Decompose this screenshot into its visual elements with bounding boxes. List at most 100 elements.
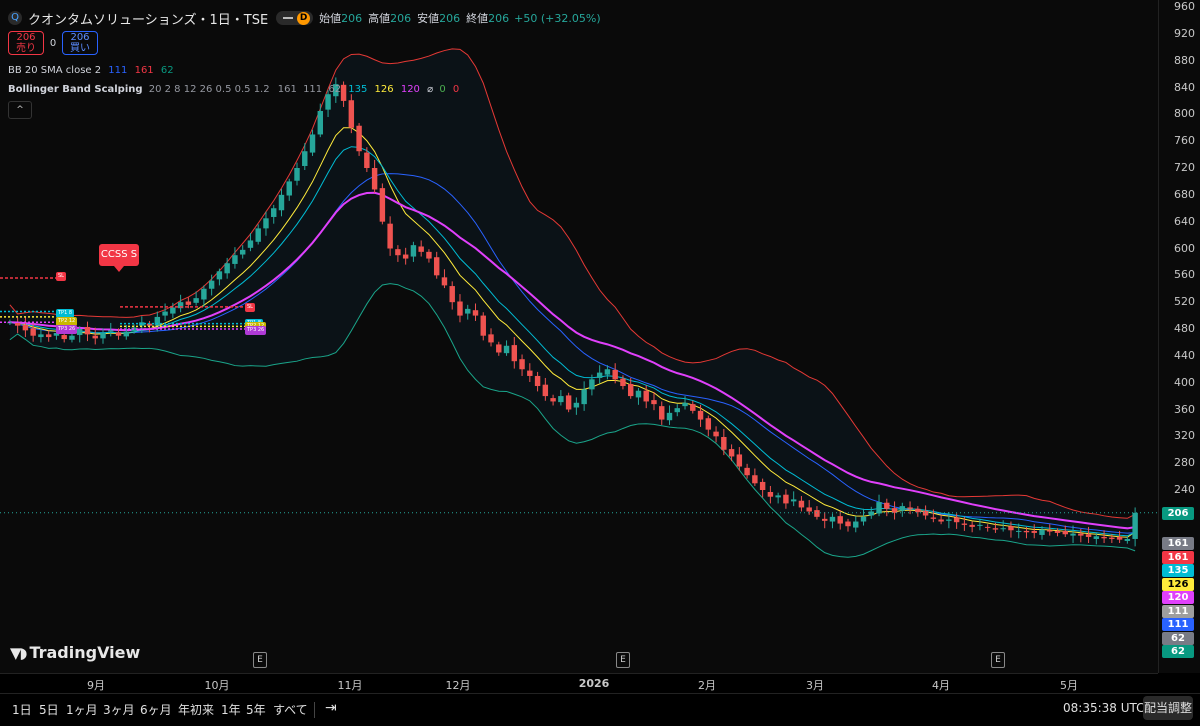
candle-body bbox=[402, 254, 409, 259]
candle-body bbox=[465, 308, 471, 314]
bb-value-lower: 62 bbox=[160, 65, 174, 76]
range-6m[interactable]: 6ヶ月 bbox=[140, 701, 172, 718]
bbs-value-5: 126 bbox=[374, 84, 394, 95]
bb-value-upper: 161 bbox=[134, 65, 154, 76]
candle-body bbox=[1078, 533, 1084, 536]
collapse-indicators-button[interactable]: ^ bbox=[8, 101, 32, 119]
time-tick-label: 9月 bbox=[87, 679, 105, 692]
close-label: 終値 bbox=[466, 12, 489, 25]
bbs-value-3: 62 bbox=[328, 84, 342, 95]
candle-body bbox=[1047, 530, 1053, 532]
candle-body bbox=[697, 410, 704, 420]
sell-button[interactable]: 206 売り bbox=[8, 31, 44, 55]
low-value: 206 bbox=[439, 11, 461, 25]
candle-body bbox=[100, 333, 106, 339]
time-tick-label: 10月 bbox=[204, 679, 230, 692]
candle-body bbox=[309, 134, 316, 153]
candle-body bbox=[635, 390, 642, 398]
candle-body bbox=[224, 263, 230, 274]
watermark-text: TradingView bbox=[29, 643, 141, 662]
candle-body bbox=[1039, 529, 1045, 535]
candle-body bbox=[45, 334, 52, 338]
candle-body bbox=[775, 495, 781, 498]
indicator-value-tag: 111 bbox=[1162, 618, 1194, 631]
candle-body bbox=[84, 326, 91, 335]
bbs-params: 20 2 8 12 26 0.5 0.5 1.2 bbox=[148, 84, 270, 95]
range-5d[interactable]: 5日 bbox=[39, 701, 59, 718]
signal-arrow-icon bbox=[114, 266, 124, 272]
candle-body bbox=[278, 194, 285, 211]
indicator-value-tag: 161 bbox=[1162, 537, 1194, 550]
candle-body bbox=[208, 280, 215, 289]
time-tick-label: 3月 bbox=[806, 679, 824, 692]
calendar-range-icon[interactable]: ⇥ bbox=[325, 700, 337, 716]
candle-body bbox=[565, 395, 572, 410]
change-value: +50 (+32.05%) bbox=[514, 11, 601, 25]
bb-name: BB 20 SMA close 2 bbox=[8, 65, 102, 76]
candle-body bbox=[488, 334, 494, 343]
candle-body bbox=[736, 454, 743, 467]
price-tick-label: 960 bbox=[1174, 0, 1195, 13]
candle-body bbox=[457, 301, 463, 316]
dividend-adjust-button[interactable]: 配当調整 bbox=[1143, 696, 1193, 720]
candle-body bbox=[239, 249, 246, 255]
candle-body bbox=[907, 507, 913, 509]
candle-body bbox=[612, 369, 618, 380]
price-tick-label: 360 bbox=[1174, 402, 1195, 416]
candle-body bbox=[627, 384, 634, 397]
candle-body bbox=[651, 400, 657, 405]
candle-body bbox=[938, 519, 944, 522]
candle-body bbox=[14, 322, 21, 326]
price-chart[interactable] bbox=[0, 0, 1158, 673]
buy-button[interactable]: 206 買い bbox=[62, 31, 98, 55]
time-axis[interactable]: 9月 10月 11月 12月 2026 2月 3月 4月 5月 bbox=[0, 673, 1158, 694]
high-value: 206 bbox=[390, 11, 412, 25]
utc-clock[interactable]: 08:35:38 UTC bbox=[1063, 701, 1145, 715]
range-ytd[interactable]: 年初来 bbox=[178, 701, 214, 718]
range-1m[interactable]: 1ヶ月 bbox=[66, 701, 98, 718]
candle-body bbox=[806, 507, 812, 512]
range-all[interactable]: すべて bbox=[273, 701, 308, 718]
bbs-zero-a: 0 bbox=[439, 84, 446, 95]
range-1d[interactable]: 1日 bbox=[12, 701, 32, 718]
time-tick-label: 2026 bbox=[578, 677, 610, 690]
trade-panel: 206 売り 0 206 買い bbox=[8, 31, 98, 55]
range-1y[interactable]: 1年 bbox=[221, 701, 241, 718]
range-3m[interactable]: 3ヶ月 bbox=[103, 701, 135, 718]
spread-value: 0 bbox=[49, 37, 57, 49]
candle-body bbox=[255, 228, 261, 242]
price-tick-label: 800 bbox=[1174, 107, 1195, 121]
tradingview-watermark[interactable]: ▼◗ TradingView bbox=[10, 643, 140, 662]
range-5y[interactable]: 5年 bbox=[246, 701, 266, 718]
candle-body bbox=[185, 301, 192, 305]
indicator-bb[interactable]: BB 20 SMA close 2 111 161 62 bbox=[8, 65, 174, 76]
indicator-value-tag: 120 bbox=[1162, 591, 1194, 604]
earnings-marker[interactable]: E bbox=[616, 652, 630, 668]
candle-body bbox=[294, 168, 300, 181]
candle-body bbox=[77, 329, 83, 336]
earnings-marker[interactable]: E bbox=[991, 652, 1005, 668]
candle-body bbox=[22, 324, 29, 331]
candle-body bbox=[705, 418, 712, 430]
market-status-pill[interactable]: D bbox=[276, 11, 314, 25]
price-tick-label: 440 bbox=[1174, 348, 1195, 362]
candle-body bbox=[798, 500, 805, 508]
chart-area[interactable] bbox=[0, 0, 1158, 673]
buy-price: 206 bbox=[70, 32, 90, 43]
candle-body bbox=[302, 151, 308, 166]
stop-tag-left: SL bbox=[56, 272, 66, 281]
symbol-title[interactable]: クオンタムソリューションズ・1日・TSE bbox=[28, 9, 268, 28]
candle-body bbox=[263, 218, 269, 229]
bbs-value-4: 135 bbox=[348, 84, 368, 95]
price-axis[interactable]: 960 920 880 840 800 760 720 680 640 600 560 520 480 4… bbox=[1158, 0, 1200, 673]
candle-body bbox=[690, 404, 696, 411]
price-tick-label: 880 bbox=[1174, 53, 1195, 67]
bb-value-basis: 111 bbox=[108, 65, 128, 76]
candle-body bbox=[860, 516, 867, 522]
candle-body bbox=[201, 288, 207, 300]
candle-body bbox=[162, 311, 168, 316]
indicator-bb-scalping[interactable]: Bollinger Band Scalping 20 2 8 12 26 0.5… bbox=[8, 84, 459, 95]
candle-body bbox=[433, 257, 440, 276]
candle-body bbox=[519, 359, 525, 370]
earnings-marker[interactable]: E bbox=[253, 652, 267, 668]
